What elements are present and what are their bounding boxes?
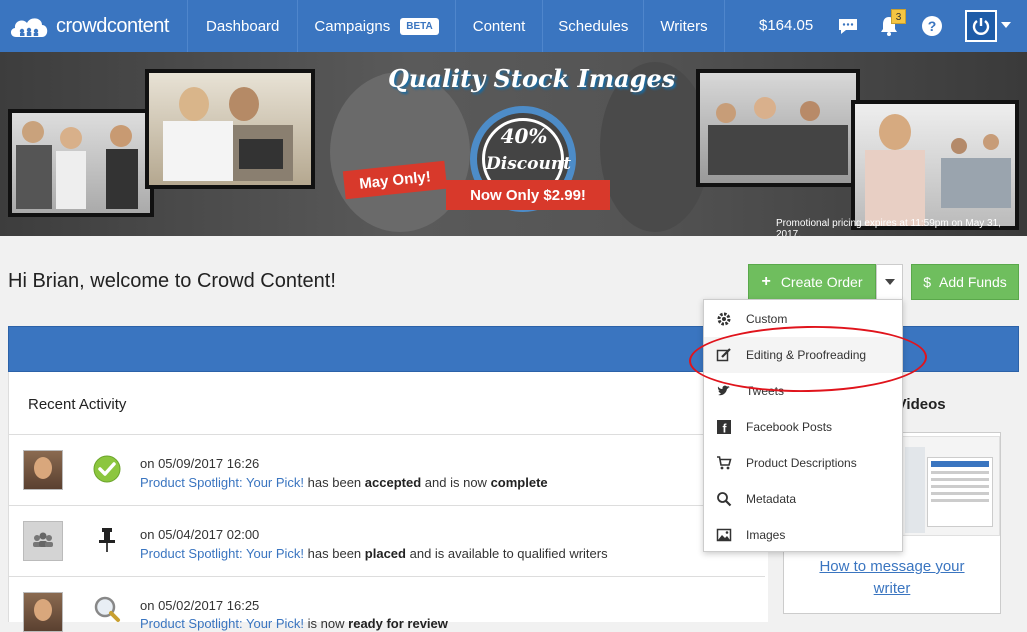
- nav-writers[interactable]: Writers: [644, 0, 725, 52]
- activity-text: Product Spotlight: Your Pick! has been p…: [140, 546, 608, 561]
- nav-campaigns[interactable]: Campaigns BETA: [298, 0, 456, 52]
- activity-date: on 05/09/2017 16:26: [140, 456, 260, 471]
- menu-item-label: Editing & Proofreading: [746, 348, 867, 362]
- ribbon-price: Now Only $2.99!: [446, 180, 610, 210]
- activity-text-part: is now: [307, 616, 345, 631]
- svg-text:?: ?: [928, 18, 937, 34]
- create-order-button[interactable]: + Create Order: [748, 264, 876, 300]
- menu-item-facebook-posts[interactable]: f Facebook Posts: [704, 409, 902, 445]
- ribbon-price-text: Now Only $2.99!: [470, 186, 586, 204]
- user-menu-button[interactable]: [965, 10, 997, 42]
- group-icon: [33, 532, 53, 547]
- caret-down-icon: [884, 279, 895, 285]
- menu-item-label: Facebook Posts: [746, 420, 833, 434]
- menu-item-label: Tweets: [746, 384, 785, 398]
- menu-item-images[interactable]: Images: [704, 517, 902, 553]
- help-icon[interactable]: ?: [920, 14, 944, 38]
- video-thumbnail[interactable]: [900, 436, 1000, 536]
- nav-dashboard-label: Dashboard: [206, 17, 280, 35]
- notification-count-badge: 3: [891, 9, 906, 24]
- menu-item-label: Product Descriptions: [746, 456, 857, 470]
- divider: [8, 576, 765, 577]
- twitter-icon: [716, 383, 732, 399]
- stock-photo-businesswoman: [851, 100, 1019, 230]
- create-order-dropdown-toggle[interactable]: [876, 264, 903, 300]
- activity-project-link[interactable]: Product Spotlight: Your Pick!: [140, 616, 304, 631]
- activity-text-part: has been: [307, 475, 362, 490]
- top-navbar: crowdcontent Dashboard Campaigns BETA Con…: [0, 0, 1027, 52]
- edit-icon: [716, 347, 732, 363]
- magnifier-icon: [94, 596, 120, 622]
- metadata-icon: [716, 491, 732, 507]
- nav-schedules[interactable]: Schedules: [543, 0, 645, 52]
- gear-icon: [716, 311, 732, 327]
- nav-dashboard[interactable]: Dashboard: [188, 0, 299, 52]
- user-menu-caret-icon[interactable]: [1001, 22, 1011, 28]
- menu-item-metadata[interactable]: Metadata: [704, 481, 902, 517]
- welcome-greeting: Hi Brian, welcome to Crowd Content!: [8, 270, 336, 292]
- menu-item-label: Metadata: [746, 492, 797, 506]
- activity-date: on 05/02/2017 16:25: [140, 598, 260, 613]
- activity-status-bold: accepted: [364, 475, 422, 490]
- activity-status-bold: ready for review: [348, 616, 448, 631]
- menu-item-editing-proofreading[interactable]: Editing & Proofreading: [704, 337, 902, 373]
- banner-title: Quality Stock Images: [388, 64, 676, 93]
- group-avatar[interactable]: [23, 521, 63, 561]
- discount-label: Discount: [486, 154, 572, 174]
- power-icon: [972, 18, 990, 35]
- discount-percent: 40%: [500, 124, 548, 148]
- activity-status-bold: placed: [364, 546, 406, 561]
- nav-writers-label: Writers: [660, 17, 708, 35]
- check-icon: [93, 455, 121, 483]
- video-link-message-writer[interactable]: How to message your writer: [808, 556, 976, 600]
- activity-text: Product Spotlight: Your Pick! has been a…: [140, 475, 548, 490]
- promo-expiry-note: Promotional pricing expires at 11:59pm o…: [776, 218, 1001, 236]
- facebook-icon: f: [716, 419, 732, 435]
- account-balance[interactable]: $164.05: [759, 17, 813, 34]
- activity-text: Product Spotlight: Your Pick! is now rea…: [140, 616, 448, 631]
- create-order-label: Create Order: [780, 274, 863, 290]
- menu-item-tweets[interactable]: Tweets: [704, 373, 902, 409]
- nav-content[interactable]: Content: [456, 0, 544, 52]
- pushpin-icon: [99, 528, 115, 552]
- activity-text-part: has been: [307, 546, 362, 561]
- stock-photo-meeting: [696, 69, 860, 187]
- menu-item-label: Images: [746, 528, 786, 542]
- menu-item-label: Custom: [746, 312, 788, 326]
- activity-status-bold: complete: [490, 475, 548, 490]
- nav-campaigns-label: Campaigns: [314, 17, 391, 35]
- nav-content-label: Content: [472, 17, 526, 35]
- stock-photo-couple-laptop: [145, 69, 315, 189]
- create-order-dropdown-menu: Custom Editing & Proofreading Tweets f F…: [703, 299, 903, 552]
- activity-date: on 05/04/2017 02:00: [140, 527, 260, 542]
- recent-activity-title: Recent Activity: [28, 396, 127, 413]
- menu-item-product-descriptions[interactable]: Product Descriptions: [704, 445, 902, 481]
- menu-item-custom[interactable]: Custom: [704, 301, 902, 337]
- activity-project-link[interactable]: Product Spotlight: Your Pick!: [140, 475, 304, 490]
- ribbon-may-only-text: May Only!: [358, 167, 432, 193]
- nav-schedules-label: Schedules: [558, 17, 629, 35]
- promo-banner[interactable]: Quality Stock Images 40% Discount May On…: [0, 52, 1027, 236]
- divider: [8, 505, 765, 506]
- writer-avatar[interactable]: [23, 450, 63, 490]
- dollar-icon: $: [923, 274, 932, 290]
- activity-project-link[interactable]: Product Spotlight: Your Pick!: [140, 546, 304, 561]
- plus-icon: +: [761, 273, 771, 290]
- brand-name: crowdcontent: [56, 14, 169, 37]
- activity-text-part: and is now: [424, 475, 487, 490]
- add-funds-label: Add Funds: [939, 274, 1007, 290]
- beta-badge: BETA: [400, 17, 439, 35]
- cloud-logo-icon: [10, 18, 48, 37]
- image-icon: [716, 527, 732, 543]
- activity-text-part: and is available to qualified writers: [409, 546, 608, 561]
- cart-icon: [716, 455, 732, 471]
- divider: [8, 434, 765, 435]
- add-funds-button[interactable]: $ Add Funds: [911, 264, 1019, 300]
- stock-photo-handshake: [8, 109, 154, 217]
- brand-logo[interactable]: crowdcontent: [0, 0, 188, 52]
- writer-avatar[interactable]: [23, 592, 63, 632]
- chat-icon[interactable]: [836, 14, 860, 38]
